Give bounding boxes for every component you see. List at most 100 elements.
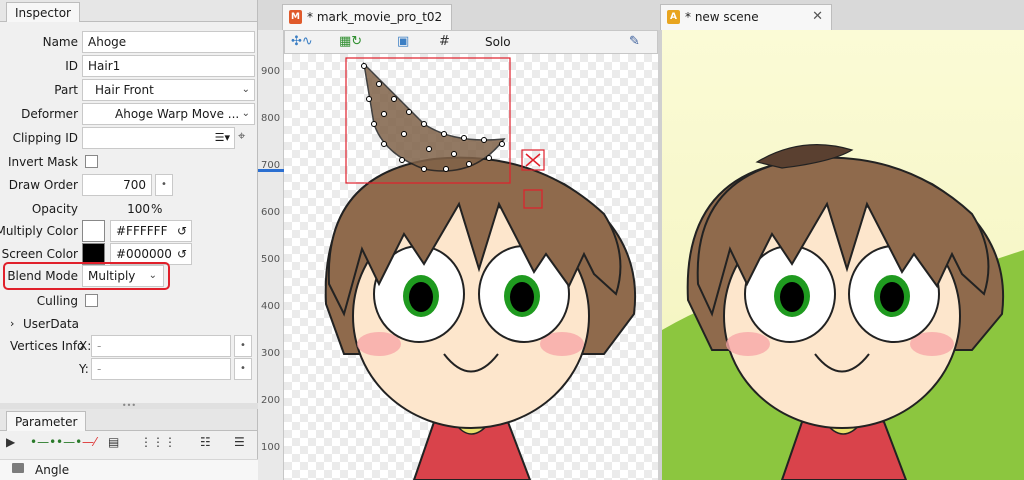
scene-artwork xyxy=(662,144,1024,480)
ruler-tick: 200 xyxy=(261,395,281,406)
invert-mask-checkbox[interactable] xyxy=(85,155,98,168)
invert-mask-row: Invert Mask xyxy=(0,151,258,173)
vertex-x-field[interactable]: - xyxy=(91,335,231,357)
parameter-tabbar: Parameter xyxy=(0,409,257,431)
vertex-x-stepper[interactable]: • xyxy=(234,335,252,357)
left-cheek xyxy=(726,332,770,356)
multiply-color-label: Multiply Color xyxy=(0,224,78,238)
draw-order-field[interactable]: 700 xyxy=(82,174,152,196)
x-label: X: xyxy=(79,339,92,353)
blend-shape-icon[interactable]: ▤ xyxy=(108,435,119,453)
name-row: Name Ahoge xyxy=(0,31,258,53)
ruler-tick: 600 xyxy=(261,207,281,218)
model-file-icon: M xyxy=(289,10,302,24)
parameter-list-item[interactable]: Angle xyxy=(0,459,258,480)
modeling-canvas[interactable] xyxy=(284,54,658,480)
add-key-icon[interactable]: •—• xyxy=(30,435,56,453)
vertices-info-x-row: Vertices Info X: - • xyxy=(0,335,258,357)
fit-view-icon[interactable]: ▣ xyxy=(397,33,409,51)
crosshair-icon[interactable]: ⌖ xyxy=(238,129,245,144)
app-window: Inspector Name Ahoge ID Hair1 Part Hair … xyxy=(0,0,1024,480)
name-label: Name xyxy=(42,35,78,49)
close-icon[interactable]: ✕ xyxy=(812,5,823,29)
opacity-label: Opacity xyxy=(31,202,78,216)
screen-color-value: #000000 xyxy=(116,247,172,261)
deformer-select-value: Ahoge Warp Move ... xyxy=(115,107,240,121)
part-label: Part xyxy=(54,83,78,97)
vertical-ruler: 900 800 700 600 500 400 300 200 100 xyxy=(258,30,284,480)
menu-icon[interactable]: ☰ xyxy=(234,435,245,453)
ruler-position-marker xyxy=(258,169,284,172)
invert-mask-label: Invert Mask xyxy=(8,155,78,169)
chevron-down-icon: ⌄ xyxy=(241,108,250,119)
multiply-color-swatch[interactable] xyxy=(82,220,105,242)
mesh-edit-icon[interactable]: ✣∿ xyxy=(291,33,313,51)
scene-canvas[interactable] xyxy=(662,30,1024,480)
clipping-id-field[interactable]: ☰▾ xyxy=(82,127,235,149)
list-menu-icon[interactable]: ☰▾ xyxy=(215,128,230,148)
multiply-color-field[interactable]: #FFFFFF ↺ xyxy=(110,220,192,242)
inspector-tabbar: Inspector xyxy=(0,0,257,22)
opacity-field[interactable]: 100 xyxy=(82,198,150,220)
multiply-color-value: #FFFFFF xyxy=(116,224,168,238)
tab-modeling-label: * mark_movie_pro_t02 xyxy=(307,10,443,24)
delete-key-icon[interactable]: —⁄ xyxy=(82,435,96,453)
deformer-select[interactable]: Ahoge Warp Move ... ⌄ xyxy=(82,103,255,125)
inspector-panel: Inspector Name Ahoge ID Hair1 Part Hair … xyxy=(0,0,258,403)
clipping-id-row: Clipping ID ☰▾ ⌖ xyxy=(0,127,258,149)
parameter-tab[interactable]: Parameter xyxy=(6,411,87,431)
vertices-info-label: Vertices Info xyxy=(10,339,85,353)
close-icon[interactable] xyxy=(525,153,541,167)
tab-scene-view[interactable]: A * new scene ✕ xyxy=(660,4,832,30)
character-artwork xyxy=(324,57,637,480)
culling-label: Culling xyxy=(36,294,78,308)
deformer-label: Deformer xyxy=(21,107,78,121)
parameter-item-label: Angle xyxy=(35,463,70,477)
view-toolbar: ✣∿ ▦↻ ▣ # Solo ✎ xyxy=(284,30,658,54)
y-label: Y: xyxy=(79,362,89,376)
opacity-row: Opacity 100 % xyxy=(0,198,258,220)
part-row: Part Hair Front ⌄ xyxy=(0,79,258,101)
vertex-y-field[interactable]: - xyxy=(91,358,231,380)
culling-checkbox[interactable] xyxy=(85,294,98,307)
multiply-color-row: Multiply Color #FFFFFF ↺ xyxy=(0,220,258,242)
reset-icon[interactable]: ↺ xyxy=(177,221,187,241)
parameter-panel: Parameter ▶ •—• •—• —⁄ ▤ ⋮⋮⋮ ☷ ☰ Angle xyxy=(0,409,258,480)
left-cheek xyxy=(357,332,401,356)
part-select-value: Hair Front xyxy=(95,83,154,97)
grid-icon[interactable]: # xyxy=(439,33,450,51)
deformer-icon[interactable]: ▦↻ xyxy=(339,33,362,51)
tab-modeling-view[interactable]: M * mark_movie_pro_t02 xyxy=(282,4,452,30)
ruler-tick: 400 xyxy=(261,301,281,312)
chevron-right-icon[interactable]: › xyxy=(10,313,14,335)
deformer-row: Deformer Ahoge Warp Move ... ⌄ xyxy=(0,103,258,125)
draw-order-label: Draw Order xyxy=(8,178,78,192)
vertex-y-stepper[interactable]: • xyxy=(234,358,252,380)
blend-mode-highlight xyxy=(3,262,170,290)
solo-button[interactable]: Solo xyxy=(485,33,511,51)
draw-order-stepper[interactable]: • xyxy=(155,174,173,196)
inspector-tab[interactable]: Inspector xyxy=(6,2,80,22)
play-circle-icon[interactable]: ▶ xyxy=(6,435,15,453)
ahoge[interactable] xyxy=(362,61,506,172)
add-keys-icon[interactable]: •—• xyxy=(56,435,82,453)
ruler-tick: 800 xyxy=(261,113,281,124)
grid-dots-icon[interactable]: ⋮⋮⋮ xyxy=(140,435,176,453)
clipboard-icon[interactable]: ☷ xyxy=(200,435,211,453)
right-pupil xyxy=(510,282,534,312)
left-pupil xyxy=(409,282,433,312)
folder-icon xyxy=(12,463,24,473)
name-field[interactable]: Ahoge xyxy=(82,31,255,53)
ruler-tick: 500 xyxy=(261,254,281,265)
pin-icon[interactable]: ✎ xyxy=(629,33,640,51)
right-pupil xyxy=(880,282,904,312)
id-row: ID Hair1 xyxy=(0,55,258,77)
user-data-row[interactable]: › UserData xyxy=(0,313,258,335)
id-field[interactable]: Hair1 xyxy=(82,55,255,77)
clipping-id-label: Clipping ID xyxy=(12,131,78,145)
ruler-tick: 900 xyxy=(261,66,281,77)
part-select[interactable]: Hair Front ⌄ xyxy=(82,79,255,101)
left-pupil xyxy=(780,282,804,312)
draw-order-row: Draw Order 700 • xyxy=(0,174,258,196)
reset-icon[interactable]: ↺ xyxy=(177,244,187,264)
